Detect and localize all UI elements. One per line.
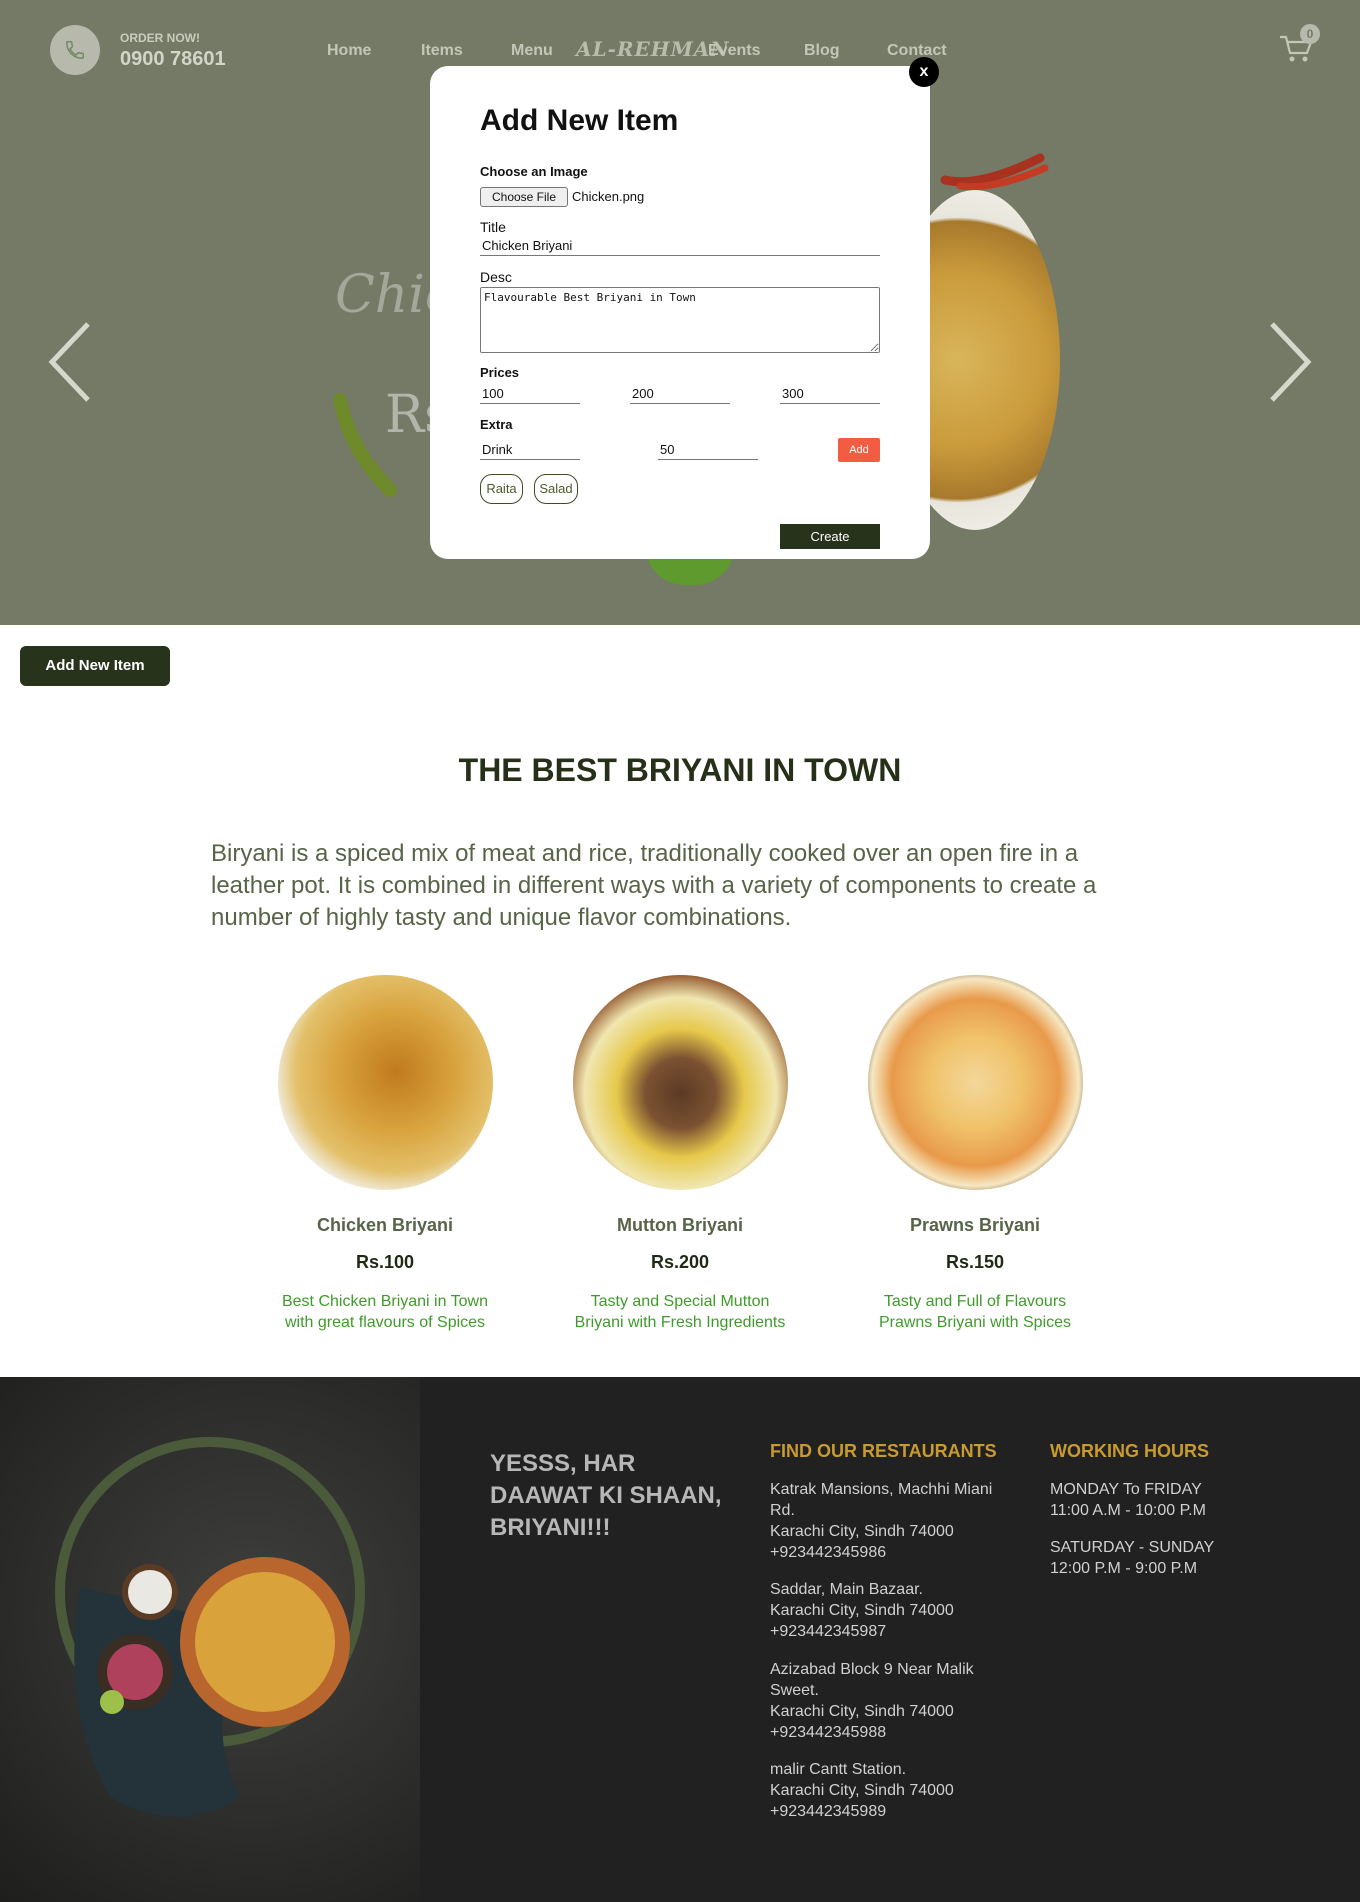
footer-biryani-image [0, 1377, 420, 1902]
hours-weekend: SATURDAY - SUNDAY 12:00 P.M - 9:00 P.M [1050, 1537, 1214, 1579]
extra-price-input[interactable] [658, 438, 758, 460]
desc-textarea[interactable]: Flavourable Best Briyani in Town [480, 287, 880, 353]
item-name: Prawns Briyani [909, 1215, 1041, 1235]
image-label: Choose an Image [480, 164, 588, 179]
extra-label: Extra [480, 417, 513, 432]
hours-weekday: MONDAY To FRIDAY 11:00 A.M - 10:00 P.M [1050, 1479, 1206, 1521]
restaurant-address: Saddar, Main Bazaar. Karachi City, Sindh… [770, 1579, 1000, 1642]
restaurant-address: Katrak Mansions, Machhi Miani Rd. Karach… [770, 1479, 1000, 1563]
mutton-briyani-image [572, 975, 788, 1190]
phone-icon [50, 25, 100, 75]
add-new-item-button[interactable]: Add New Item [20, 646, 170, 686]
item-description: Tasty and Special Mutton Briyani with Fr… [574, 1293, 786, 1331]
create-button[interactable]: Create [780, 524, 880, 549]
address-city: Karachi City, Sindh 74000 [770, 1703, 954, 1720]
price-input-1[interactable] [480, 382, 580, 404]
restaurants-heading: FIND OUR RESTAURANTS [770, 1441, 997, 1461]
title-label: Title [480, 219, 506, 235]
add-extra-button[interactable]: Add [838, 438, 880, 462]
section-title: THE BEST BRIYANI IN TOWN [458, 752, 902, 788]
address-city: Karachi City, Sindh 74000 [770, 1602, 954, 1619]
address-line: malir Cantt Station. [770, 1761, 907, 1778]
hours-heading: WORKING HOURS [1050, 1441, 1209, 1461]
order-now-label: ORDER NOW! [120, 31, 200, 45]
hours-time: 12:00 P.M - 9:00 P.M [1050, 1560, 1198, 1577]
nav-items[interactable]: Items [421, 42, 463, 60]
hours-time: 11:00 A.M - 10:00 P.M [1050, 1502, 1206, 1519]
address-phone[interactable]: +923442345986 [770, 1542, 1000, 1563]
address-line: Saddar, Main Bazaar. [770, 1581, 923, 1598]
cart-count-badge: 0 [1300, 24, 1320, 44]
arrow-left-icon[interactable] [46, 320, 92, 404]
menu-card-mutton[interactable]: Mutton Briyani Rs.200 Tasty and Special … [565, 975, 795, 1333]
extra-chip-raita[interactable]: Raita [480, 474, 523, 504]
item-description: Tasty and Full of Flavours Prawns Briyan… [878, 1293, 1072, 1331]
nav-blog[interactable]: Blog [804, 42, 840, 60]
footer-tagline: YESSS, HAR DAAWAT KI SHAAN, BRIYANI!!! [490, 1450, 722, 1541]
section-description: Biryani is a spiced mix of meat and rice… [211, 840, 1097, 931]
address-city: Karachi City, Sindh 74000 [770, 1523, 954, 1540]
choose-file-button[interactable]: Choose File [480, 187, 568, 207]
address-phone[interactable]: +923442345989 [770, 1801, 1000, 1822]
modal-title: Add New Item [480, 104, 679, 137]
order-phone-number[interactable]: 0900 78601 [120, 48, 226, 71]
nav-menu[interactable]: Menu [511, 42, 553, 60]
menu-card-chicken[interactable]: Chicken Briyani Rs.100 Best Chicken Briy… [270, 975, 500, 1333]
add-item-modal: Add New Item Choose an Image Choose File… [430, 66, 930, 559]
close-modal-button[interactable]: x [909, 57, 939, 87]
address-phone[interactable]: +923442345987 [770, 1621, 1000, 1642]
item-price: Rs.100 [355, 1252, 415, 1272]
footer: YESSS, HAR DAAWAT KI SHAAN, BRIYANI!!! F… [0, 1377, 1360, 1902]
item-description: Best Chicken Briyani in Town with great … [281, 1293, 489, 1331]
item-price: Rs.200 [650, 1252, 710, 1272]
nav-events[interactable]: Events [708, 42, 760, 60]
title-input[interactable] [480, 234, 880, 256]
price-input-2[interactable] [630, 382, 730, 404]
price-input-3[interactable] [780, 382, 880, 404]
nav-home[interactable]: Home [327, 42, 371, 60]
prawns-briyani-image [867, 975, 1083, 1190]
restaurant-address: malir Cantt Station. Karachi City, Sindh… [770, 1759, 1000, 1822]
desc-label: Desc [480, 269, 512, 285]
site-logo[interactable]: AL-REHMAN [576, 37, 730, 61]
chicken-briyani-image [277, 975, 493, 1190]
item-name: Chicken Briyani [316, 1215, 454, 1235]
restaurant-address: Azizabad Block 9 Near Malik Sweet. Karac… [770, 1659, 1000, 1743]
address-line: Azizabad Block 9 Near Malik Sweet. [770, 1661, 974, 1699]
nav-contact[interactable]: Contact [887, 42, 947, 60]
file-name: Chicken.png [572, 189, 645, 204]
address-city: Karachi City, Sindh 74000 [770, 1782, 954, 1799]
item-price: Rs.150 [945, 1252, 1005, 1272]
hours-days: MONDAY To FRIDAY [1050, 1481, 1202, 1498]
address-line: Katrak Mansions, Machhi Miani Rd. [770, 1481, 993, 1519]
address-phone[interactable]: +923442345988 [770, 1722, 1000, 1743]
hero-chili-image [940, 153, 1049, 190]
hours-days: SATURDAY - SUNDAY [1050, 1539, 1215, 1556]
item-name: Mutton Briyani [617, 1215, 743, 1235]
extra-chip-salad[interactable]: Salad [534, 474, 578, 504]
arrow-right-icon[interactable] [1268, 320, 1314, 404]
prices-label: Prices [480, 365, 520, 380]
menu-card-prawns[interactable]: Prawns Briyani Rs.150 Tasty and Full of … [860, 975, 1090, 1333]
extra-name-input[interactable] [480, 438, 580, 460]
